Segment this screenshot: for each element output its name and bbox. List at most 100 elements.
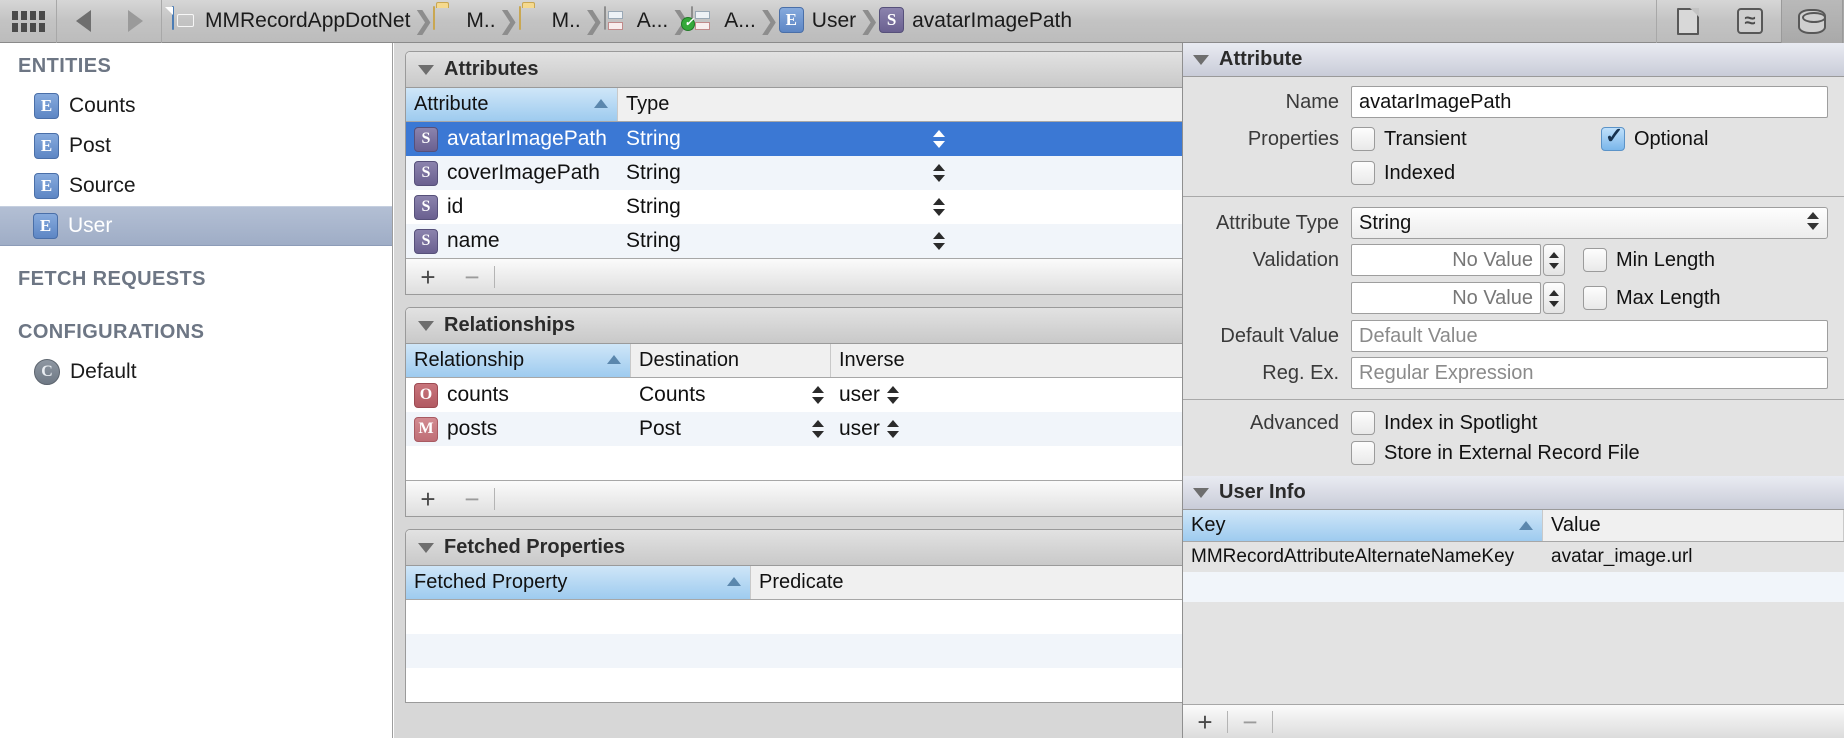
disclosure-triangle-icon[interactable] [418, 543, 434, 553]
sidebar-item-user[interactable]: E User [0, 206, 392, 246]
navigator-grid-button[interactable] [0, 0, 56, 43]
attribute-name-cell[interactable]: S coverImagePath [406, 156, 618, 190]
table-row-empty[interactable] [1183, 572, 1844, 602]
fetched-properties-header[interactable]: Fetched Properties [406, 530, 1182, 566]
assistant-editor-button[interactable]: ≈ [1719, 0, 1781, 43]
store-external-checkbox[interactable] [1351, 441, 1375, 465]
disclosure-triangle-icon[interactable] [1193, 488, 1209, 498]
optional-checkbox-group[interactable]: Optional [1601, 127, 1709, 151]
column-header-key[interactable]: Key [1183, 510, 1543, 541]
column-header-inverse[interactable]: Inverse [831, 344, 1182, 377]
destination-stepper-icon[interactable] [811, 416, 825, 442]
table-row-empty[interactable] [406, 668, 1182, 702]
remove-attribute-button[interactable]: − [450, 259, 494, 295]
sidebar-item-counts[interactable]: E Counts [0, 86, 392, 126]
user-info-value[interactable]: avatar_image.url [1543, 546, 1844, 568]
table-row-empty[interactable] [406, 446, 1182, 480]
relationship-inverse-cell[interactable]: user [831, 378, 1182, 412]
sidebar-item-default[interactable]: C Default [0, 352, 392, 392]
attribute-type-cell[interactable]: String [618, 156, 1182, 190]
max-length-stepper[interactable] [1543, 282, 1565, 314]
breadcrumb-item-entity[interactable]: E User [779, 0, 859, 43]
type-stepper-icon[interactable] [932, 194, 946, 220]
column-header-relationship[interactable]: Relationship [406, 344, 631, 377]
attribute-name-cell[interactable]: S avatarImagePath [406, 122, 618, 156]
min-length-field[interactable]: No Value [1351, 244, 1541, 276]
breadcrumb-item-group-2[interactable]: M.. [519, 0, 584, 43]
user-info-key[interactable]: MMRecordAttributeAlternateNameKey [1183, 546, 1543, 568]
remove-relationship-button[interactable]: − [450, 481, 494, 517]
destination-stepper-icon[interactable] [811, 382, 825, 408]
index-in-spotlight-checkbox[interactable] [1351, 411, 1375, 435]
disclosure-triangle-icon[interactable] [1193, 55, 1209, 65]
optional-checkbox[interactable] [1601, 127, 1625, 151]
max-length-field[interactable]: No Value [1351, 282, 1541, 314]
disclosure-triangle-icon[interactable] [418, 65, 434, 75]
attribute-name-cell[interactable]: S id [406, 190, 618, 224]
attributes-header[interactable]: Attributes [406, 52, 1182, 88]
column-header-type[interactable]: Type [618, 88, 1182, 121]
breadcrumb-item-project[interactable]: MMRecordAppDotNet [172, 0, 413, 43]
type-stepper-icon[interactable] [932, 228, 946, 254]
breadcrumb-item-datamodel[interactable]: A... [604, 0, 672, 43]
external-record-checkbox-group[interactable]: Store in External Record File [1351, 441, 1828, 465]
attribute-name-cell[interactable]: S name [406, 224, 618, 258]
indexed-checkbox-group[interactable]: Indexed [1351, 161, 1828, 185]
transient-checkbox[interactable] [1351, 127, 1375, 151]
table-row-empty[interactable] [1183, 602, 1844, 632]
breadcrumb-item-group-1[interactable]: M.. [433, 0, 498, 43]
max-length-checkbox[interactable] [1583, 286, 1607, 310]
table-row[interactable]: O counts Counts user [406, 378, 1182, 412]
table-row[interactable]: S id String [406, 190, 1182, 224]
relationship-destination-cell[interactable]: Counts [631, 378, 831, 412]
min-length-stepper[interactable] [1543, 244, 1565, 276]
indexed-checkbox[interactable] [1351, 161, 1375, 185]
table-row[interactable]: MMRecordAttributeAlternateNameKey avatar… [1183, 542, 1844, 572]
min-length-checkbox[interactable] [1583, 248, 1607, 272]
breadcrumb-item-datamodel-version[interactable]: A... [691, 0, 759, 43]
back-button[interactable] [57, 0, 109, 43]
forward-button[interactable] [109, 0, 161, 43]
sidebar-item-source[interactable]: E Source [0, 166, 392, 206]
attribute-type-cell[interactable]: String [618, 224, 1182, 258]
column-header-attribute[interactable]: Attribute [406, 88, 618, 121]
attribute-type-select[interactable]: String [1351, 207, 1828, 239]
name-field[interactable]: avatarImagePath [1351, 86, 1828, 118]
add-attribute-button[interactable]: + [406, 259, 450, 295]
relationships-header[interactable]: Relationships [406, 308, 1182, 344]
default-value-field[interactable]: Default Value [1351, 320, 1828, 352]
transient-checkbox-group[interactable]: Transient [1351, 127, 1601, 151]
regex-field[interactable]: Regular Expression [1351, 357, 1828, 389]
table-row[interactable]: S coverImagePath String [406, 156, 1182, 190]
column-header-destination[interactable]: Destination [631, 344, 831, 377]
spotlight-checkbox-group[interactable]: Index in Spotlight [1351, 411, 1828, 435]
column-header-predicate[interactable]: Predicate [751, 566, 1182, 599]
inverse-stepper-icon[interactable] [886, 382, 900, 408]
sidebar-item-post[interactable]: E Post [0, 126, 392, 166]
table-row[interactable]: S name String [406, 224, 1182, 258]
disclosure-triangle-icon[interactable] [418, 321, 434, 331]
version-editor-button[interactable] [1781, 0, 1843, 43]
relationship-inverse-cell[interactable]: user [831, 412, 1182, 446]
type-stepper-icon[interactable] [932, 160, 946, 186]
table-row[interactable]: S avatarImagePath String [406, 122, 1182, 156]
table-row[interactable]: M posts Post user [406, 412, 1182, 446]
add-user-info-button[interactable]: + [1183, 704, 1227, 738]
table-row-empty[interactable] [406, 600, 1182, 634]
breadcrumb-item-attribute[interactable]: S avatarImagePath [879, 0, 1075, 43]
standard-editor-button[interactable] [1657, 0, 1719, 43]
inverse-stepper-icon[interactable] [886, 416, 900, 442]
table-row-empty[interactable] [406, 634, 1182, 668]
add-relationship-button[interactable]: + [406, 481, 450, 517]
relationship-name-cell[interactable]: O counts [406, 378, 631, 412]
inspector-section-attribute-header[interactable]: Attribute [1183, 43, 1844, 77]
remove-user-info-button[interactable]: − [1228, 704, 1272, 738]
column-header-fetched-property[interactable]: Fetched Property [406, 566, 751, 599]
attribute-type-cell[interactable]: String [618, 190, 1182, 224]
attribute-type-cell[interactable]: String [618, 122, 1182, 156]
relationship-destination-cell[interactable]: Post [631, 412, 831, 446]
type-stepper-icon[interactable] [932, 126, 946, 152]
user-info-header[interactable]: User Info [1183, 476, 1844, 510]
relationship-name-cell[interactable]: M posts [406, 412, 631, 446]
column-header-value[interactable]: Value [1543, 510, 1844, 541]
